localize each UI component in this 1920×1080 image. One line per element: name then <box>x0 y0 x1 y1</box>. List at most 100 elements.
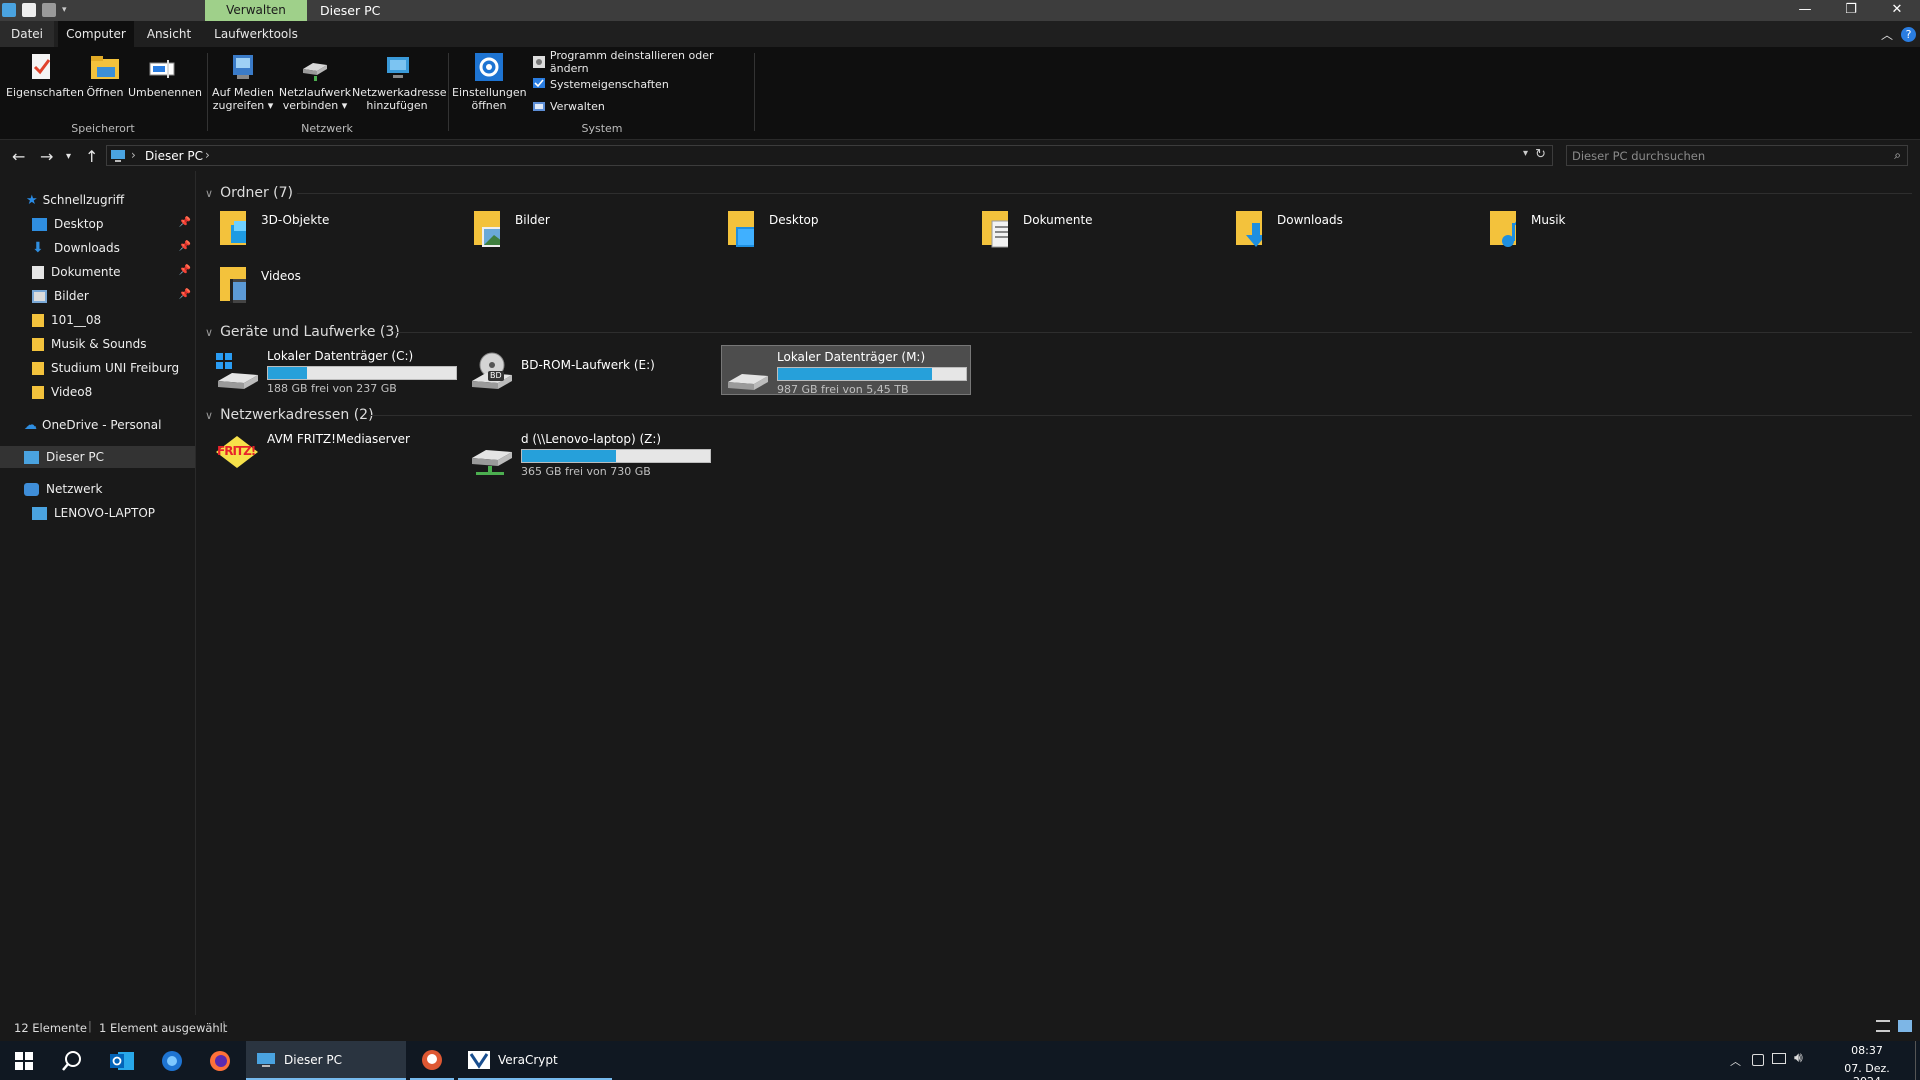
cloud-icon: ☁ <box>24 417 37 433</box>
access-media-button[interactable]: Auf Medien zugreifen ▾ <box>210 51 276 112</box>
folder-music[interactable]: Musik <box>1482 207 1732 257</box>
details-view-icon[interactable] <box>1876 1020 1890 1032</box>
open-button[interactable]: Öffnen <box>84 51 126 100</box>
properties-button[interactable]: Eigenschaften <box>6 51 84 100</box>
help-icon[interactable]: ? <box>1901 27 1916 42</box>
hard-drive-icon <box>728 374 768 390</box>
star-icon: ★ <box>26 192 38 208</box>
tab-drive-tools[interactable]: Laufwerktools <box>208 21 304 47</box>
sidebar-item-documents[interactable]: Dokumente 📌 <box>0 261 195 283</box>
open-settings-button[interactable]: Einstellungen öffnen <box>452 51 527 112</box>
network-tray-icon[interactable] <box>1772 1053 1786 1064</box>
folder-pictures[interactable]: Bilder <box>466 207 716 257</box>
folder-3d-objects[interactable]: 3D-Objekte <box>212 207 462 257</box>
section-network-header[interactable]: ∨ Netzwerkadressen (2) <box>205 404 374 426</box>
selection-count: 1 Element ausgewählt <box>99 1021 228 1035</box>
forward-arrow-icon[interactable]: → <box>40 147 53 166</box>
refresh-icon[interactable]: ↻ <box>1535 147 1546 162</box>
show-hidden-icons-chevron-icon[interactable]: ︿ <box>1730 1053 1741 1069</box>
downloads-folder-icon <box>1236 211 1262 247</box>
collapse-ribbon-icon[interactable]: ︿ <box>1881 26 1893 43</box>
breadcrumb-this-pc[interactable]: Dieser PC <box>145 149 203 163</box>
network-fritz-mediaserver[interactable]: FRITZ! AVM FRITZ!Mediaserver <box>212 428 462 478</box>
taskbar-outlook[interactable] <box>98 1041 146 1080</box>
pc-icon <box>24 450 39 464</box>
computer-icon <box>32 506 47 520</box>
taskbar-duckduckgo[interactable] <box>410 1041 454 1080</box>
section-folders-header[interactable]: ∨ Ordner (7) <box>205 182 293 204</box>
system-properties-button[interactable]: Systemeigenschaften <box>532 75 669 93</box>
folder-videos[interactable]: Videos <box>212 263 462 313</box>
sidebar-item-quick-access[interactable]: ★ Schnellzugriff <box>0 189 195 211</box>
sidebar-item-desktop[interactable]: Desktop 📌 <box>0 213 195 235</box>
volume-icon[interactable]: 🔊︎ <box>1794 1050 1803 1066</box>
pc-icon[interactable] <box>2 3 16 17</box>
tiles-view-icon[interactable] <box>1898 1020 1912 1032</box>
sidebar-item-lenovo-laptop[interactable]: LENOVO-LAPTOP <box>0 502 195 524</box>
status-bar: 12 Elemente | 1 Element ausgewählt | <box>0 1015 1920 1041</box>
rename-button[interactable]: Umbenennen <box>128 51 202 100</box>
network-drive-icon <box>472 450 512 475</box>
minimize-button[interactable]: — <box>1782 0 1828 21</box>
pin-icon[interactable]: 📌 <box>179 217 191 228</box>
section-divider <box>297 193 1912 194</box>
sidebar-item-this-pc[interactable]: Dieser PC <box>0 446 195 468</box>
sidebar-item-downloads[interactable]: ⬇ Downloads 📌 <box>0 237 195 259</box>
network-drive-icon <box>299 51 331 83</box>
recent-locations-chevron-icon[interactable]: ▾ <box>66 151 71 162</box>
drive-c[interactable]: Lokaler Datenträger (C:) 188 GB frei von… <box>212 345 462 395</box>
search-icon[interactable]: ⌕ <box>1894 148 1901 163</box>
taskbar-firefox[interactable] <box>196 1041 244 1080</box>
sidebar-item-music-sounds[interactable]: Musik & Sounds <box>0 333 195 355</box>
folder-documents[interactable]: Dokumente <box>974 207 1224 257</box>
address-field[interactable]: › Dieser PC › ▾ ↻ <box>106 145 1553 166</box>
sidebar-item-studium[interactable]: Studium UNI Freiburg <box>0 357 195 379</box>
sidebar-item-onedrive[interactable]: ☁ OneDrive - Personal <box>0 414 195 436</box>
drive-e[interactable]: BD BD-ROM-Laufwerk (E:) <box>466 345 716 395</box>
network-drive-z[interactable]: d (\\Lenovo-laptop) (Z:) 365 GB frei von… <box>466 428 716 478</box>
taskbar-app-circle[interactable] <box>148 1041 196 1080</box>
clock-time[interactable]: 08:37 <box>1832 1044 1902 1057</box>
device-icon[interactable] <box>1752 1054 1764 1066</box>
map-network-drive-button[interactable]: Netzlaufwerk verbinden ▾ <box>278 51 352 112</box>
taskbar-search-button[interactable] <box>48 1041 96 1080</box>
pin-icon[interactable]: 📌 <box>179 265 191 276</box>
show-desktop-button[interactable] <box>1915 1041 1920 1080</box>
ribbon-separator <box>448 53 449 131</box>
folder-desktop[interactable]: Desktop <box>720 207 970 257</box>
taskbar-explorer-this-pc[interactable]: Dieser PC <box>246 1041 406 1080</box>
context-tab-manage[interactable]: Verwalten <box>205 0 307 21</box>
title-bar: ▾ Verwalten Dieser PC — ❐ ✕ <box>0 0 1920 21</box>
content-pane: ∨ Ordner (7) 3D-Objekte Bilder Desktop D… <box>197 171 1920 1015</box>
pin-icon[interactable]: 📌 <box>179 241 191 252</box>
folder-icon <box>32 361 44 375</box>
tab-file[interactable]: Datei <box>0 21 54 47</box>
new-folder-icon[interactable] <box>42 3 56 17</box>
drive-c-free: 188 GB frei von 237 GB <box>267 382 397 395</box>
section-drives-header[interactable]: ∨ Geräte und Laufwerke (3) <box>205 321 400 343</box>
tab-computer[interactable]: Computer <box>58 21 134 47</box>
sidebar-item-pictures[interactable]: Bilder 📌 <box>0 285 195 307</box>
address-dropdown-icon[interactable]: ▾ <box>1523 148 1528 159</box>
maximize-button[interactable]: ❐ <box>1828 0 1874 21</box>
uninstall-program-button[interactable]: Programm deinstallieren oder ändern <box>532 49 754 75</box>
close-button[interactable]: ✕ <box>1874 0 1920 21</box>
up-arrow-icon[interactable]: ↑ <box>85 147 98 166</box>
sidebar-item-101-08[interactable]: 101__08 <box>0 309 195 331</box>
search-input[interactable]: Dieser PC durchsuchen ⌕ <box>1566 145 1908 166</box>
add-network-location-button[interactable]: Netzwerkadresse hinzufügen <box>352 51 447 112</box>
tab-view[interactable]: Ansicht <box>140 21 198 47</box>
clock-date[interactable]: 07. Dez. 2024 <box>1832 1062 1902 1080</box>
drive-m[interactable]: Lokaler Datenträger (M:) 987 GB frei von… <box>721 345 971 396</box>
folder-downloads[interactable]: Downloads <box>1228 207 1478 257</box>
pin-icon[interactable]: 📌 <box>179 289 191 300</box>
start-button[interactable] <box>0 1041 48 1080</box>
taskbar-veracrypt[interactable]: VeraCrypt <box>458 1041 612 1080</box>
group-location: Eigenschaften Öffnen Umbenennen Speicher… <box>0 47 206 139</box>
customize-qa-icon[interactable]: ▾ <box>62 5 67 15</box>
sidebar-item-video8[interactable]: Video8 <box>0 381 195 403</box>
manage-button[interactable]: Verwalten <box>532 97 605 115</box>
sidebar-item-network[interactable]: Netzwerk <box>0 478 195 500</box>
properties-check-icon[interactable] <box>22 3 36 17</box>
back-arrow-icon[interactable]: ← <box>12 147 25 166</box>
